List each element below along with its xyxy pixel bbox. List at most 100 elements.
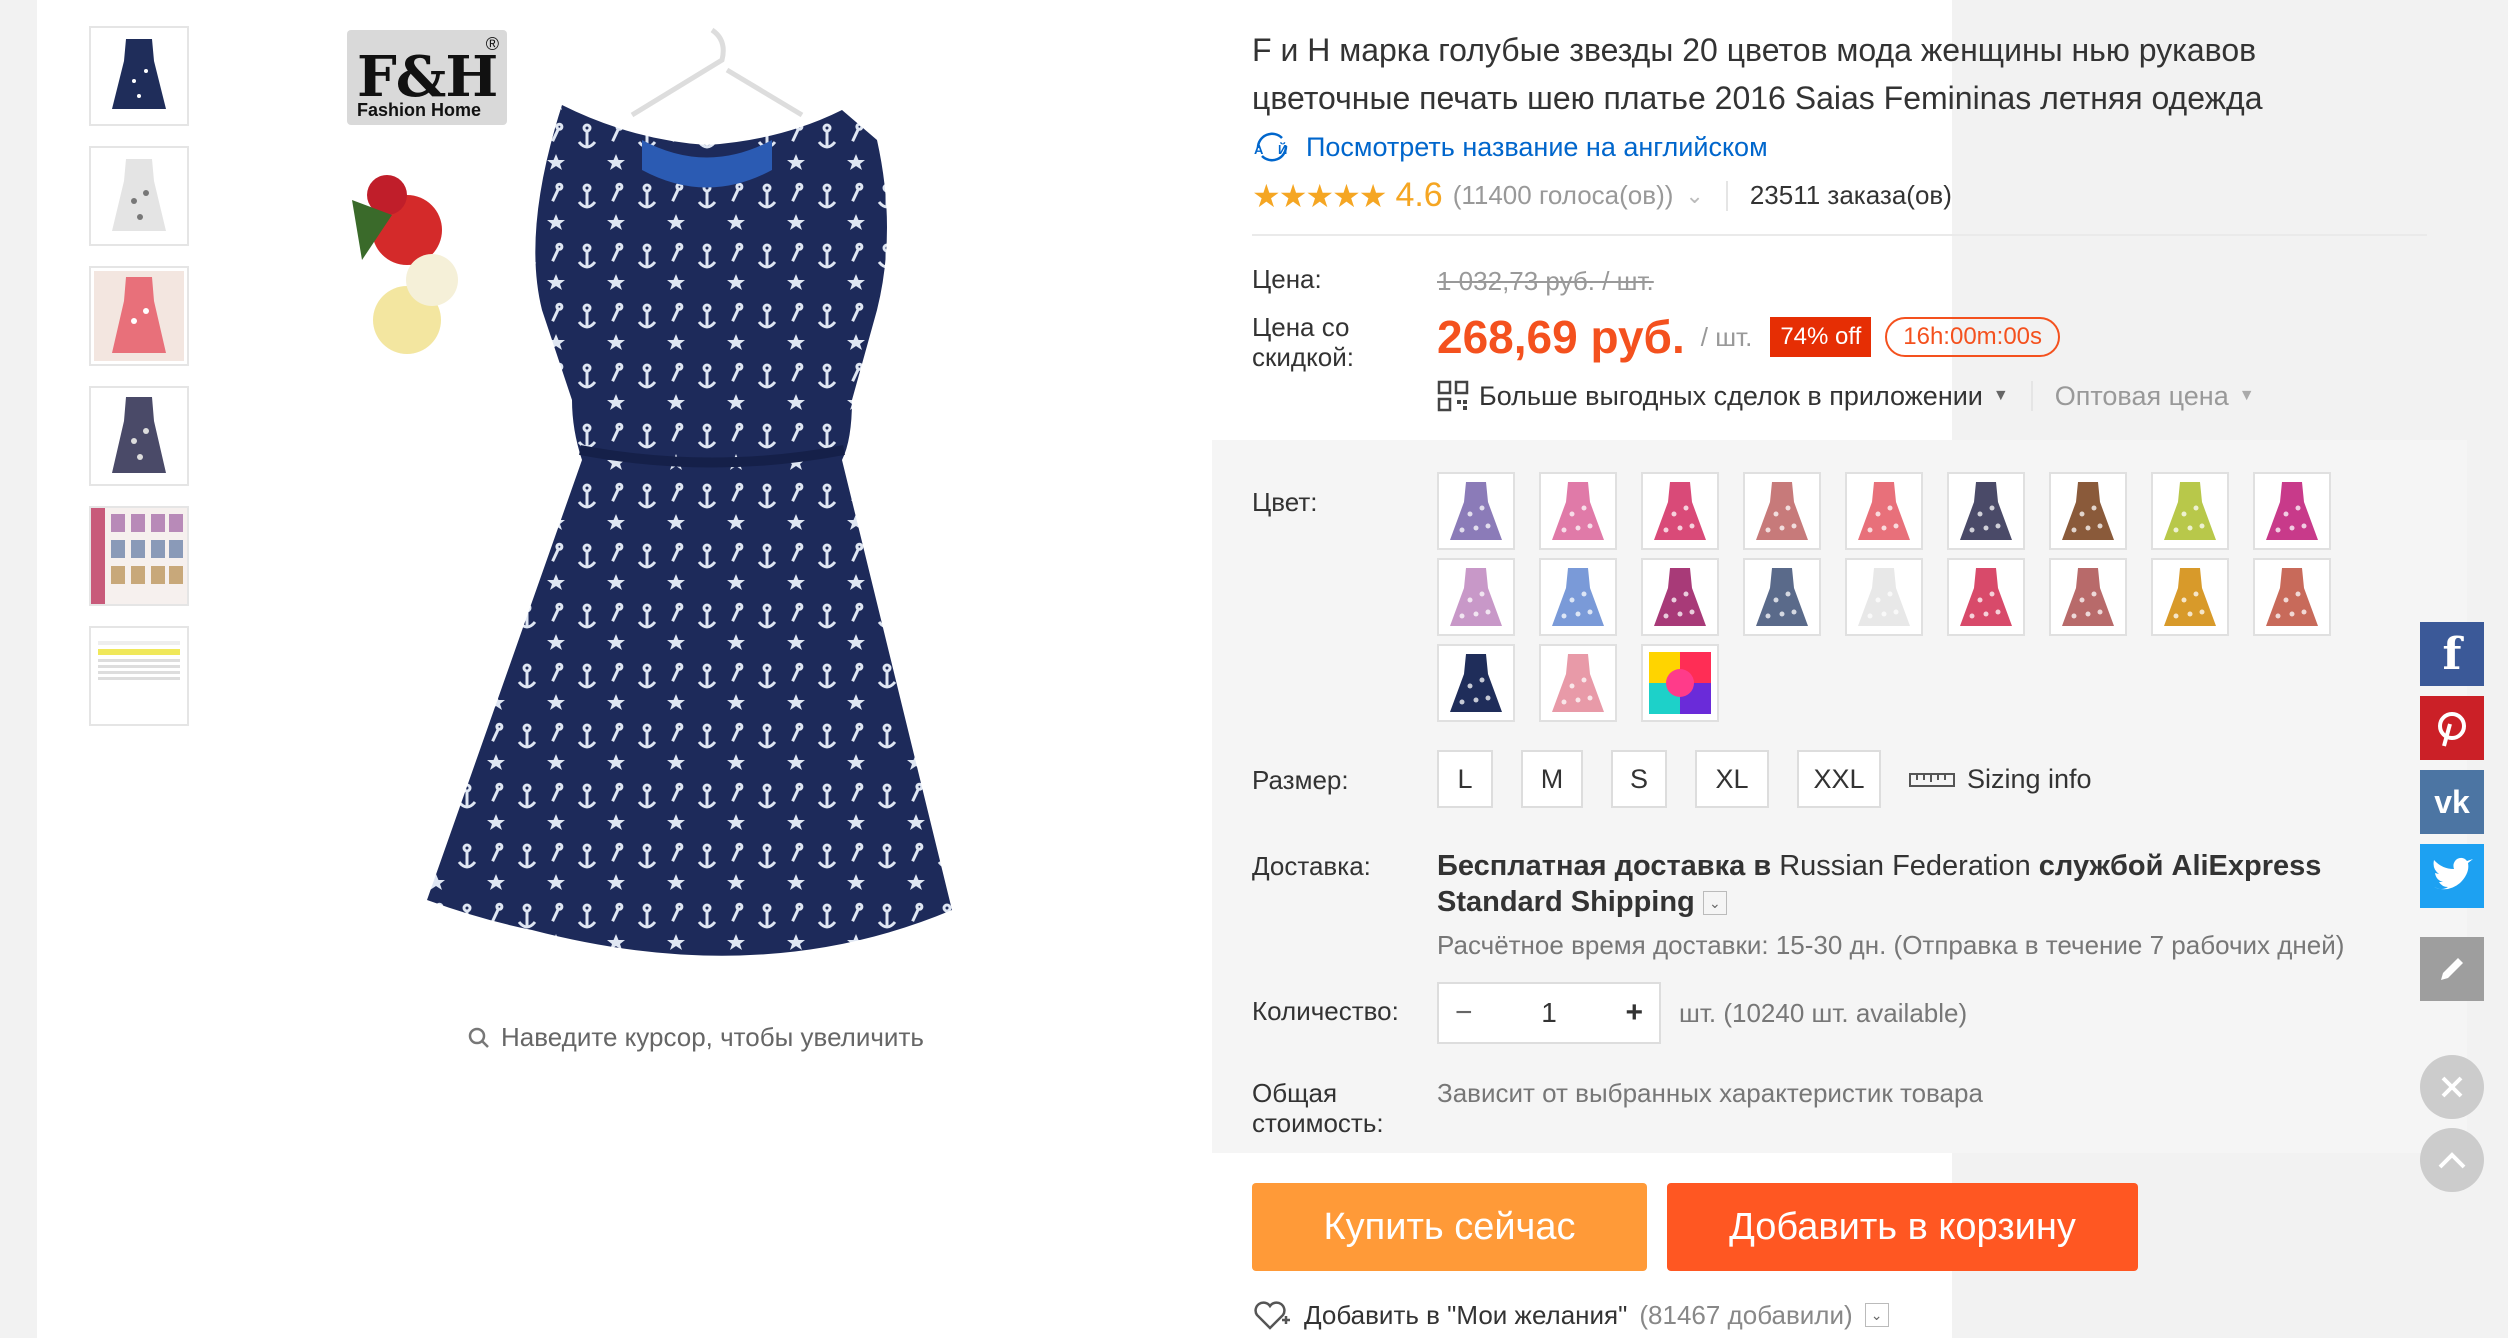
discount-price-label: Цена со скидкой: xyxy=(1252,312,1354,372)
qr-code-icon xyxy=(1437,380,1469,412)
divider xyxy=(1252,234,2427,236)
total-value: Зависит от выбранных характеристик товар… xyxy=(1437,1078,1983,1108)
color-swatch-18[interactable] xyxy=(2253,558,2331,636)
wishlist-dropdown-icon[interactable]: ⌄ xyxy=(1864,1303,1889,1327)
color-swatch-5[interactable] xyxy=(1845,472,1923,550)
color-swatch-2[interactable] xyxy=(1539,472,1617,550)
quantity-row: − 1 + шт. (10240 шт. available) xyxy=(1437,982,1967,1044)
svg-text:A: A xyxy=(1254,142,1264,157)
product-card: F&H Fashion Home ® Наведите курсор, чтоб… xyxy=(37,0,2467,1338)
quantity-input[interactable]: 1 xyxy=(1541,997,1557,1029)
chevron-down-icon[interactable]: ⌄ xyxy=(1685,183,1703,209)
orders-count: 23511 заказа(ов) xyxy=(1749,180,1952,210)
color-swatch-20[interactable] xyxy=(1539,644,1617,722)
app-deals-link[interactable]: Больше выгодных сделок в приложении xyxy=(1479,381,1983,412)
delivery-estimate: Расчётное время доставки: 15-30 дн. (Отп… xyxy=(1437,930,2345,960)
wholesale-price-link[interactable]: Оптовая цена xyxy=(2055,381,2229,412)
size-option-l[interactable]: L xyxy=(1437,750,1493,808)
caret-down-icon[interactable]: ▼ xyxy=(2239,387,2255,405)
color-swatch-1[interactable] xyxy=(1437,472,1515,550)
original-price: 1 032,73 руб. / шт. xyxy=(1437,266,1654,296)
color-swatch-9[interactable] xyxy=(2253,472,2331,550)
total-label: Общая стоимость: xyxy=(1252,1078,1384,1138)
brand-logo: F&H Fashion Home ® xyxy=(347,30,507,125)
color-swatch-12[interactable] xyxy=(1641,558,1719,636)
ruler-icon xyxy=(1909,773,1955,787)
facebook-share-icon[interactable]: f xyxy=(2420,622,2484,686)
shipping-info: Бесплатная доставка в Russian Federation… xyxy=(1437,850,2322,918)
add-to-wishlist-link[interactable]: Добавить в "Мои желания" (81467 добавили… xyxy=(1252,1298,1889,1332)
thumbnail-6[interactable] xyxy=(89,626,189,726)
price-unit: / шт. xyxy=(1700,321,1753,352)
shipping-country[interactable]: Russian Federation xyxy=(1779,850,2030,882)
sizing-info-link[interactable]: Sizing info xyxy=(1909,764,2092,795)
twitter-share-icon[interactable] xyxy=(2420,844,2484,908)
dress-illustration xyxy=(352,27,952,956)
color-swatch-17[interactable] xyxy=(2151,558,2229,636)
heart-plus-icon xyxy=(1254,1301,1290,1330)
scroll-top-icon[interactable] xyxy=(2420,1128,2484,1192)
thumbnail-list xyxy=(89,26,189,746)
thumbnail-1[interactable] xyxy=(89,26,189,126)
divider xyxy=(2030,381,2033,411)
color-swatch-19[interactable] xyxy=(1437,644,1515,722)
page: F&H Fashion Home ® Наведите курсор, чтоб… xyxy=(0,0,2508,1338)
zoom-hint: Наведите курсор, чтобы увеличить xyxy=(467,1022,924,1053)
translate-icon: AЙ xyxy=(1252,130,1292,164)
decrement-button[interactable]: − xyxy=(1455,996,1473,1030)
rating-row: ★★★★★ 4.6 (11400 голоса(ов)) ⌄ 23511 зак… xyxy=(1252,176,1952,215)
vk-share-icon[interactable]: vk xyxy=(2420,770,2484,834)
shipping-label: Доставка: xyxy=(1252,851,1371,881)
close-icon[interactable] xyxy=(2420,1055,2484,1119)
discount-price: 268,69 руб. xyxy=(1437,311,1685,363)
discount-price-row: 268,69 руб. / шт. 74% off 16h:00m:00s xyxy=(1437,310,2061,364)
color-swatch-4[interactable] xyxy=(1743,472,1821,550)
color-swatch-multicolor[interactable] xyxy=(1641,644,1719,722)
color-swatch-7[interactable] xyxy=(2049,472,2127,550)
size-option-m[interactable]: M xyxy=(1521,750,1583,808)
main-product-image[interactable]: F&H Fashion Home ® xyxy=(332,0,1092,1005)
thumbnail-2[interactable] xyxy=(89,146,189,246)
size-options: L M S XL XXL Sizing info xyxy=(1437,750,2092,808)
app-deals-row: Больше выгодных сделок в приложении ▼ Оп… xyxy=(1437,380,2255,412)
add-to-cart-button[interactable]: Добавить в корзину xyxy=(1667,1183,2138,1271)
votes-count[interactable]: (11400 голоса(ов)) xyxy=(1453,180,1674,211)
color-swatch-10[interactable] xyxy=(1437,558,1515,636)
search-icon xyxy=(468,1027,489,1048)
rating-value: 4.6 xyxy=(1395,176,1443,214)
svg-text:Й: Й xyxy=(1278,142,1287,157)
product-title: F и H марка голубые звезды 20 цветов мод… xyxy=(1252,32,2263,116)
buy-now-button[interactable]: Купить сейчас xyxy=(1252,1183,1647,1271)
edit-icon[interactable] xyxy=(2420,937,2484,1001)
color-label: Цвет: xyxy=(1252,487,1318,517)
translate-link[interactable]: AЙ Посмотреть название на английском xyxy=(1252,130,1768,164)
size-option-xl[interactable]: XL xyxy=(1695,750,1769,808)
quantity-stepper: − 1 + xyxy=(1437,982,1661,1044)
color-swatch-8[interactable] xyxy=(2151,472,2229,550)
pinterest-share-icon[interactable] xyxy=(2420,696,2484,760)
divider xyxy=(1725,180,1728,211)
color-swatch-13[interactable] xyxy=(1743,558,1821,636)
countdown-timer: 16h:00m:00s xyxy=(1885,317,2061,357)
price-label: Цена: xyxy=(1252,264,1322,294)
color-swatch-14[interactable] xyxy=(1845,558,1923,636)
increment-button[interactable]: + xyxy=(1625,996,1643,1030)
color-swatch-15[interactable] xyxy=(1947,558,2025,636)
discount-badge: 74% off xyxy=(1770,317,1872,357)
shipping-dropdown-icon[interactable]: ⌄ xyxy=(1702,891,1727,916)
color-swatches xyxy=(1437,472,2437,730)
thumbnail-5[interactable] xyxy=(89,506,189,606)
rating-stars-icon: ★★★★★ xyxy=(1252,177,1387,214)
color-swatch-3[interactable] xyxy=(1641,472,1719,550)
color-swatch-11[interactable] xyxy=(1539,558,1617,636)
stock-info: шт. (10240 шт. available) xyxy=(1679,997,1968,1028)
color-swatch-6[interactable] xyxy=(1947,472,2025,550)
size-label: Размер: xyxy=(1252,765,1349,795)
thumbnail-4[interactable] xyxy=(89,386,189,486)
size-option-xxl[interactable]: XXL xyxy=(1797,750,1881,808)
quantity-label: Количество: xyxy=(1252,996,1399,1026)
size-option-s[interactable]: S xyxy=(1611,750,1667,808)
color-swatch-16[interactable] xyxy=(2049,558,2127,636)
thumbnail-3[interactable] xyxy=(89,266,189,366)
caret-down-icon[interactable]: ▼ xyxy=(1993,387,2009,405)
